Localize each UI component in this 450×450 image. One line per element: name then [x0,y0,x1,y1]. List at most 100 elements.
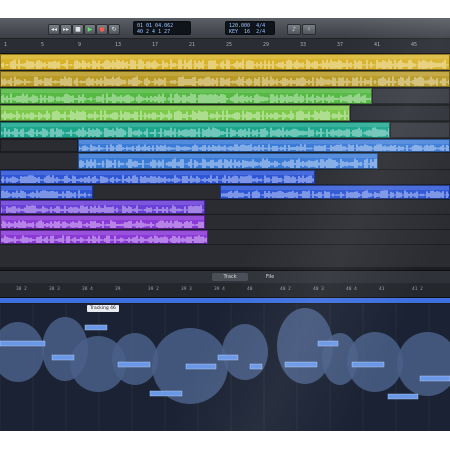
play-button[interactable]: ▶ [84,24,96,35]
region-header [1,89,371,93]
audio-region[interactable] [0,71,450,87]
audio-region[interactable] [78,139,450,152]
timeline-ruler[interactable]: 1 5 9 13 17 21 25 29 33 37 41 45 [0,39,450,54]
pitch-note[interactable] [249,363,263,370]
audio-region[interactable] [0,54,450,70]
waveform [1,110,349,120]
audio-region[interactable] [350,105,450,121]
editor-ruler-mark: 40 [247,287,253,292]
waveform-blob [397,332,450,396]
pitch-note[interactable] [117,361,151,368]
editor-ruler-mark: 38 4 [82,287,93,292]
track-lane[interactable] [0,88,450,105]
region-header [221,186,449,190]
audio-region[interactable] [0,230,208,244]
track-lane[interactable] [0,122,450,139]
forward-button[interactable]: ▸▸ [60,24,72,35]
note-tooltip: Tracking 46 [87,305,119,312]
pitch-note[interactable] [84,324,108,331]
pitch-waveform [0,304,450,431]
audio-region[interactable] [0,139,78,152]
track-lane[interactable] [0,153,450,170]
region-header [1,231,207,235]
pitch-note[interactable] [284,361,318,368]
pitch-note[interactable] [317,340,339,347]
pitch-note[interactable] [149,390,183,397]
position-display[interactable]: 01 01 04.062 40 2 4 1 27 [133,21,191,35]
editor-region-strip [0,298,450,303]
cycle-icon: ↻ [111,26,117,33]
rewind-icon: ◂◂ [50,26,58,33]
editor-ruler-mark: 39 3 [181,287,192,292]
audio-region[interactable] [78,153,378,169]
tuner-button[interactable]: ♮ [302,24,316,35]
editor-ruler-mark: 41 [379,287,385,292]
region-header [1,201,204,205]
stop-button[interactable]: ■ [72,24,84,35]
audio-region[interactable] [0,170,315,184]
waveform-blob [112,333,158,385]
region-header [79,140,449,144]
track-lane[interactable] [0,139,450,153]
waveform [1,175,314,183]
waveform-blob [0,322,44,382]
editor-ruler-mark: 40 3 [313,287,324,292]
editor-ruler-mark: 39 [115,287,121,292]
metronome-button[interactable]: ♪ [287,24,301,35]
record-button[interactable]: ● [96,24,108,35]
pitch-note[interactable] [351,361,385,368]
rewind-button[interactable]: ◂◂ [48,24,60,35]
editor-ruler-mark: 38 3 [49,287,60,292]
region-header [1,72,449,76]
audio-region[interactable] [0,88,372,104]
waveform-blob [222,324,268,380]
pitch-note[interactable] [185,363,217,370]
record-icon: ● [99,26,105,33]
tuner-icon: ♮ [307,26,311,33]
pitch-note[interactable] [217,354,239,361]
track-lane[interactable] [0,230,450,245]
editor-tab-bar: Track File [0,270,450,283]
track-lane[interactable] [0,185,450,200]
track-lane[interactable] [0,215,450,230]
ruler-mark: 9 [78,42,82,48]
pitch-note[interactable] [51,354,75,361]
track-lane[interactable] [0,71,450,88]
cycle-button[interactable]: ↻ [108,24,120,35]
pitch-note[interactable] [387,393,419,400]
tab-file[interactable]: File [252,273,288,281]
audio-region[interactable] [0,122,390,138]
audio-region[interactable] [0,105,350,121]
control-bar: ◂◂ ▸▸ ■ ▶ ● ↻ 01 01 04.062 40 2 4 1 27 120.00… [0,18,450,39]
waveform [1,190,92,198]
ruler-mark: 29 [263,42,270,48]
fast-forward-icon: ▸▸ [62,26,70,33]
track-lane[interactable] [0,54,450,71]
audio-region[interactable] [0,185,93,199]
track-lane[interactable] [0,245,450,268]
audio-region[interactable] [220,185,450,199]
audio-region[interactable] [372,88,450,104]
track-lane[interactable] [0,200,450,215]
region-header [1,216,204,220]
region-header [1,186,92,190]
audio-region[interactable] [0,215,205,229]
region-header [1,55,449,59]
track-lane[interactable] [0,105,450,122]
pitch-note[interactable] [0,340,46,347]
tab-track[interactable]: Track [212,273,248,281]
tempo-display[interactable]: 120.000 4/4 KEY 16 2/4 [225,21,275,35]
pitch-note[interactable] [419,375,450,382]
editor-ruler[interactable]: 38 2 38 3 38 4 39 39 2 39 3 39 4 40 40 2 40 3 40 4… [0,283,450,298]
play-icon: ▶ [87,26,93,33]
waveform [1,127,389,137]
waveform [1,205,204,213]
audio-region[interactable] [390,122,450,138]
track-lane[interactable] [0,170,450,185]
tracks-area [0,54,450,268]
waveform [1,76,449,86]
waveform [1,235,207,243]
waveform [1,93,371,103]
audio-region[interactable] [0,200,205,214]
ruler-mark: 17 [152,42,159,48]
